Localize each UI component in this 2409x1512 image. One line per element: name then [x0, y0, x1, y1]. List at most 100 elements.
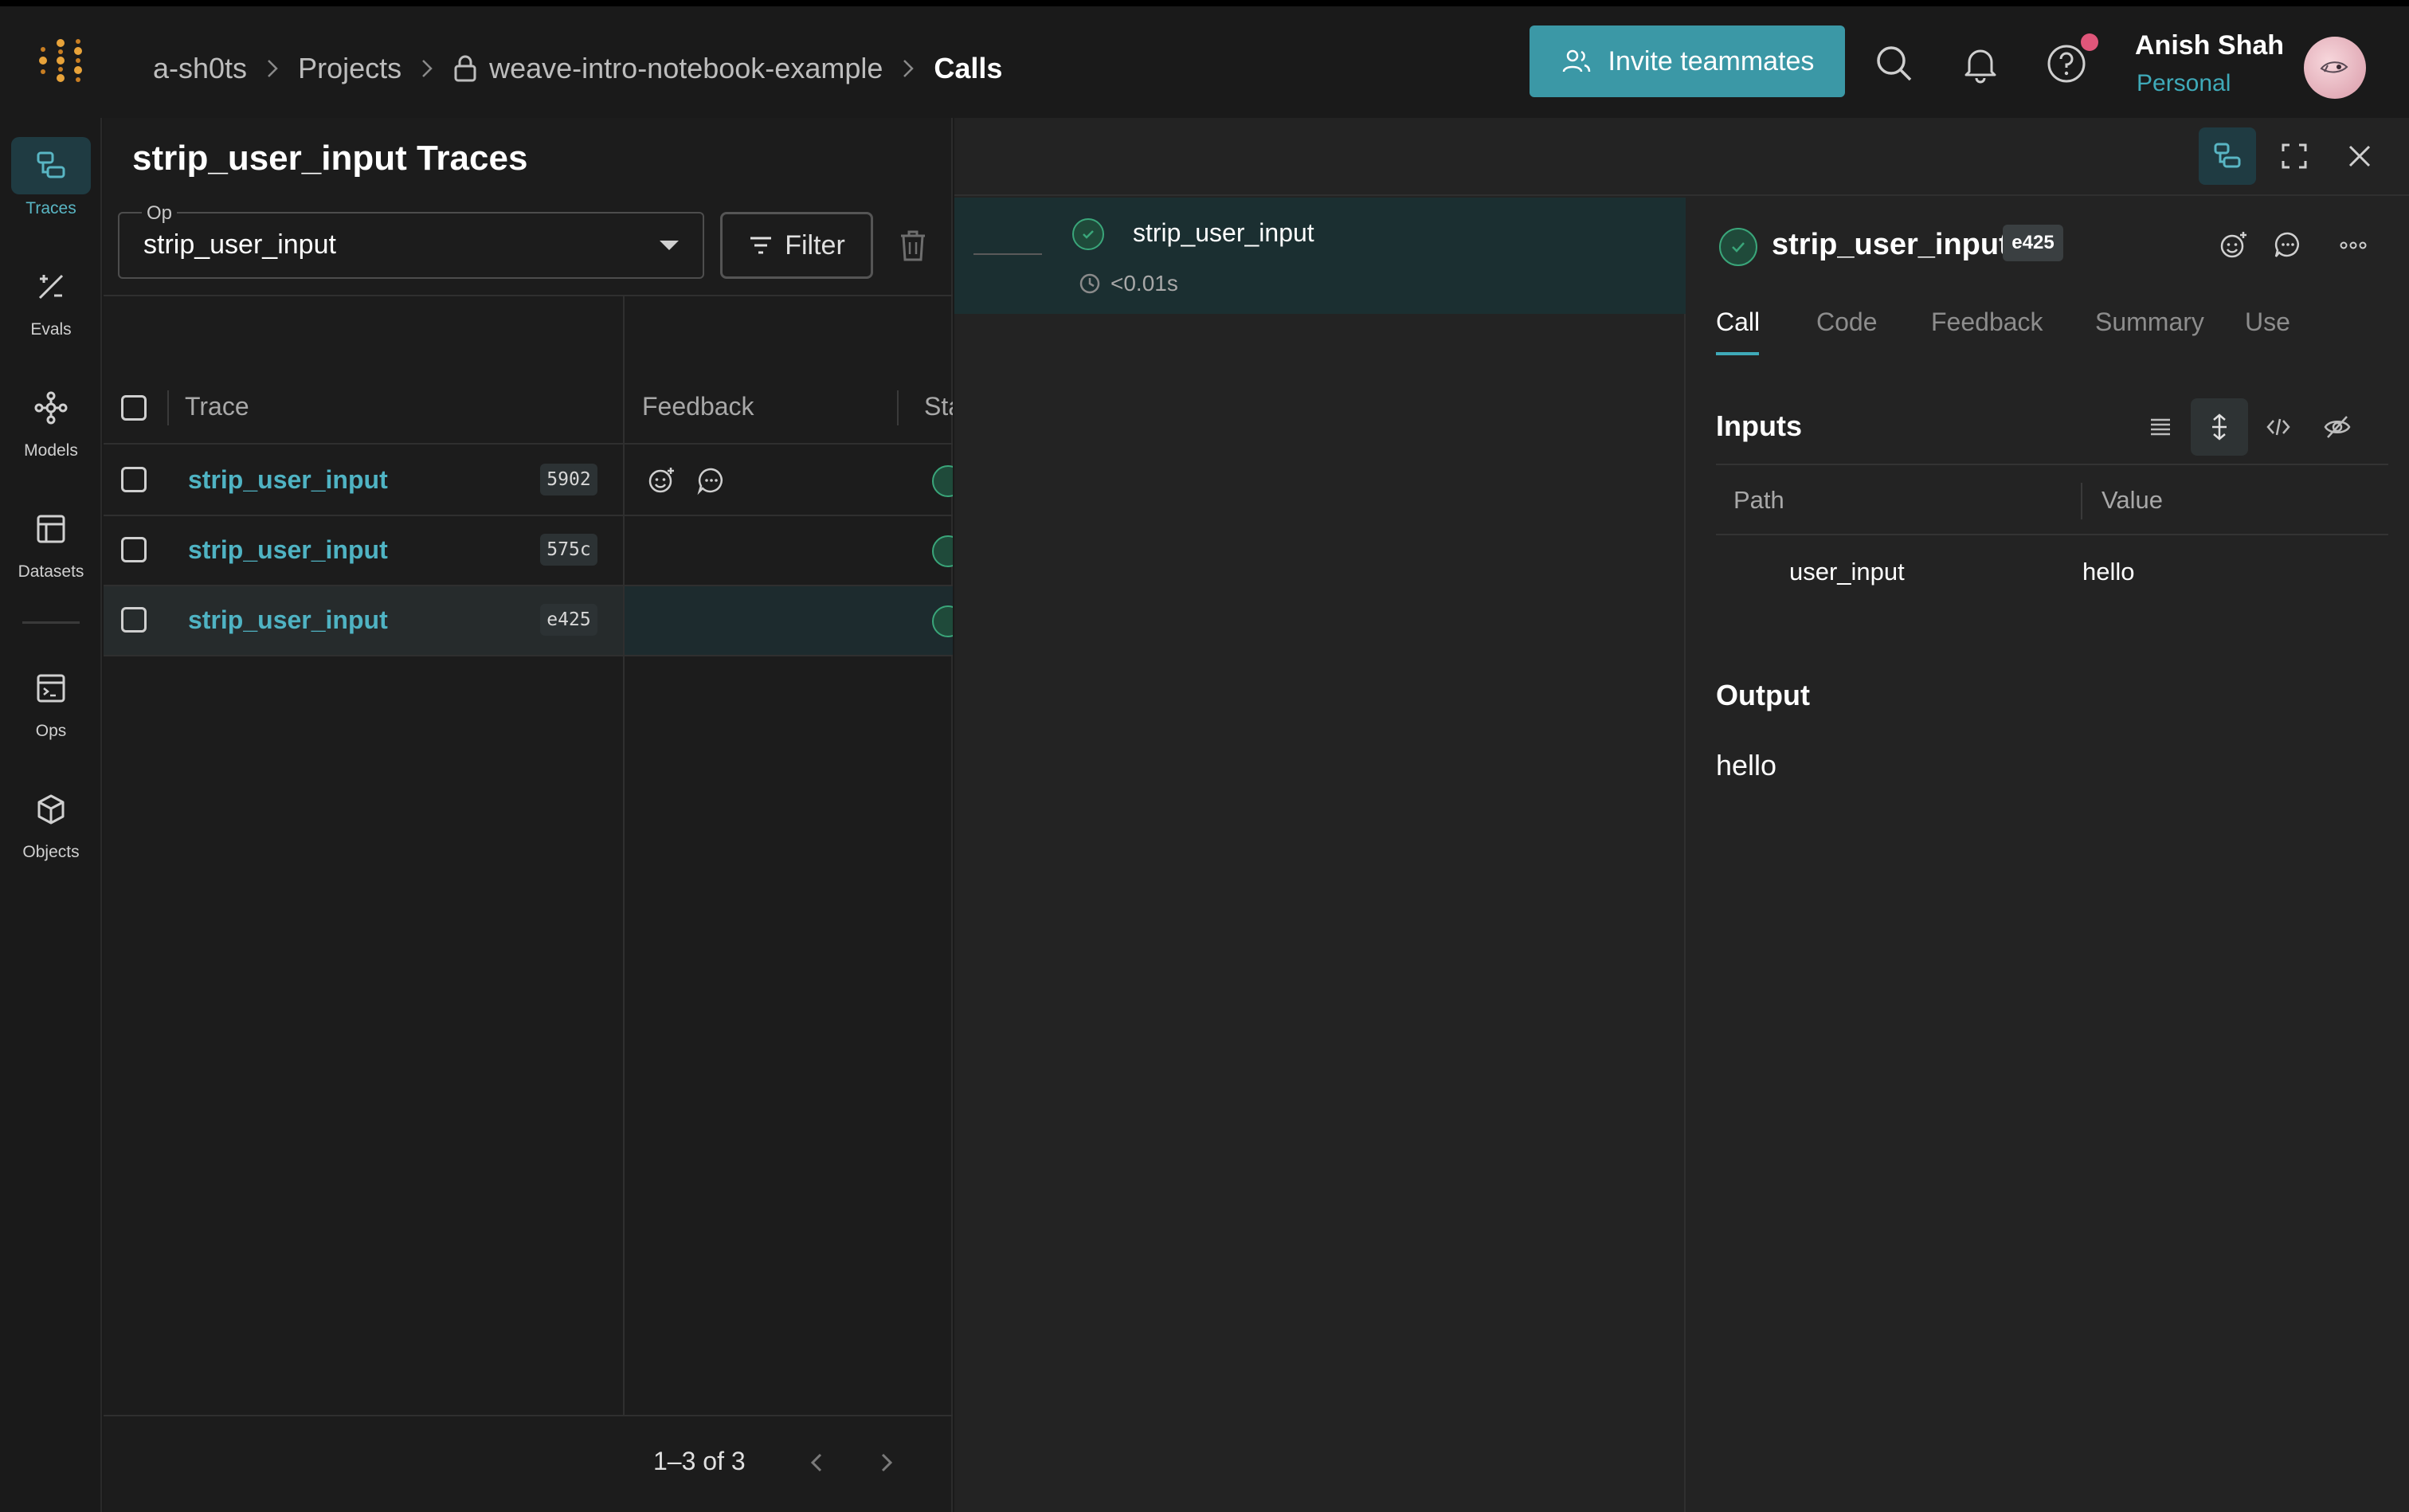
status-success-icon [932, 605, 953, 637]
check-circle-icon [1072, 218, 1104, 250]
value-header: Value [2102, 486, 2163, 514]
tree-node[interactable]: strip_user_input <0.01s [954, 198, 1686, 314]
models-icon [11, 379, 91, 437]
nav-divider [22, 621, 80, 624]
trace-tree: strip_user_input <0.01s [954, 198, 1686, 1512]
status-success-icon [932, 535, 953, 567]
active-tab-indicator [1716, 352, 1759, 355]
filter-button[interactable]: Filter [720, 212, 873, 279]
help-icon[interactable] [2046, 43, 2087, 84]
output-value: hello [1716, 749, 1777, 781]
page-title: strip_user_input Traces [132, 139, 528, 178]
avatar[interactable] [2304, 37, 2366, 99]
call-id-badge[interactable]: e425 [2003, 225, 2063, 261]
column-divider [623, 296, 625, 1415]
nav-item-datasets[interactable]: Datasets [0, 500, 102, 604]
expand-rows-icon[interactable] [2191, 398, 2248, 456]
nav-label-evals: Evals [30, 320, 72, 339]
filter-label: Filter [785, 229, 845, 260]
op-value: strip_user_input [143, 229, 336, 260]
traces-icon [11, 137, 91, 194]
call-tabs: Call Code Feedback Summary Use [1716, 307, 2385, 355]
column-header-trace[interactable]: Trace [185, 392, 249, 421]
tab-code[interactable]: Code [1816, 307, 1878, 337]
comment-icon[interactable] [2272, 229, 2304, 261]
column-separator [897, 390, 899, 425]
tab-call[interactable]: Call [1716, 307, 1760, 337]
nav-item-models[interactable]: Models [0, 379, 102, 483]
window-top-strip [0, 0, 2409, 6]
clock-icon [1079, 272, 1101, 295]
app-grid-icon[interactable] [35, 35, 86, 86]
breadcrumb: a-sh0ts Projects weave-intro-notebook-ex… [153, 43, 1002, 94]
tree-connector [973, 253, 1042, 255]
nav-item-evals[interactable]: Evals [0, 258, 102, 362]
chevron-right-icon [422, 60, 433, 77]
nav-item-objects[interactable]: Objects [0, 781, 102, 884]
nav-label-traces: Traces [25, 199, 76, 217]
next-page-icon[interactable] [872, 1448, 900, 1477]
search-icon[interactable] [1874, 43, 1915, 84]
tab-feedback[interactable]: Feedback [1931, 307, 2043, 337]
row-trace-name[interactable]: strip_user_input [188, 535, 388, 565]
nav-label-objects: Objects [22, 843, 80, 861]
check-circle-icon [1719, 228, 1757, 266]
breadcrumb-entity[interactable]: a-sh0ts [153, 52, 247, 85]
previous-page-icon[interactable] [803, 1448, 832, 1477]
invite-label: Invite teammates [1608, 45, 1815, 76]
top-bar: a-sh0ts Projects weave-intro-notebook-ex… [0, 6, 2409, 118]
list-view-icon[interactable] [2132, 398, 2189, 456]
row-trace-cell: strip_user_input 575c [104, 516, 623, 585]
table-header: Trace Feedback Sta [104, 296, 953, 445]
add-reaction-icon[interactable] [2218, 229, 2250, 261]
column-header-status[interactable]: Sta [924, 392, 953, 421]
nav-label-models: Models [24, 441, 78, 460]
filter-icon [750, 237, 772, 254]
detail-toolbar [954, 118, 2409, 196]
close-icon[interactable] [2331, 127, 2388, 185]
datasets-icon [11, 500, 91, 558]
chevron-right-icon [903, 60, 915, 77]
trash-icon[interactable] [897, 228, 929, 263]
comment-icon[interactable] [696, 465, 727, 496]
caret-down-icon [660, 241, 679, 250]
table-row[interactable]: strip_user_input 5902 [104, 446, 953, 516]
fullscreen-icon[interactable] [2266, 127, 2323, 185]
trace-tree-toggle-icon[interactable] [2199, 127, 2256, 185]
code-view-icon[interactable] [2250, 398, 2307, 456]
tree-node-name: strip_user_input [1133, 218, 1314, 247]
table-row[interactable]: strip_user_input 575c [104, 516, 953, 586]
inputs-title: Inputs [1716, 409, 1802, 442]
user-name[interactable]: Anish Shah [2135, 30, 2284, 61]
bell-icon[interactable] [1960, 43, 2001, 84]
add-reaction-icon[interactable] [647, 465, 677, 496]
breadcrumb-project[interactable]: weave-intro-notebook-example [489, 52, 883, 85]
more-options-icon[interactable] [2337, 229, 2369, 261]
tree-node-duration: <0.01s [1110, 271, 1178, 296]
inputs-table: Path Value user_input hello [1716, 464, 2388, 607]
invite-teammates-button[interactable]: Invite teammates [1530, 25, 1845, 97]
output-title: Output [1716, 679, 1810, 711]
notification-dot [2081, 33, 2098, 51]
tab-summary[interactable]: Summary [2095, 307, 2204, 337]
column-header-feedback[interactable]: Feedback [642, 392, 754, 421]
user-subtitle[interactable]: Personal [2137, 70, 2231, 97]
table-row-selected[interactable]: strip_user_input e425 [104, 586, 953, 656]
evals-icon [11, 258, 91, 315]
status-success-icon [932, 465, 953, 497]
path-header: Path [1733, 486, 1784, 514]
select-all-checkbox[interactable] [121, 395, 147, 421]
ops-icon [11, 660, 91, 717]
row-checkbox[interactable] [121, 537, 147, 562]
row-trace-name[interactable]: strip_user_input [188, 465, 388, 495]
nav-label-ops: Ops [35, 722, 67, 740]
row-checkbox[interactable] [121, 607, 147, 633]
row-trace-name[interactable]: strip_user_input [188, 605, 388, 635]
nav-item-traces[interactable]: Traces [0, 137, 102, 241]
tab-use[interactable]: Use [2245, 307, 2290, 337]
breadcrumb-projects[interactable]: Projects [298, 52, 402, 85]
hide-eye-icon[interactable] [2309, 398, 2366, 456]
row-checkbox[interactable] [121, 467, 147, 492]
op-select[interactable]: Op strip_user_input [118, 202, 704, 279]
nav-item-ops[interactable]: Ops [0, 660, 102, 763]
